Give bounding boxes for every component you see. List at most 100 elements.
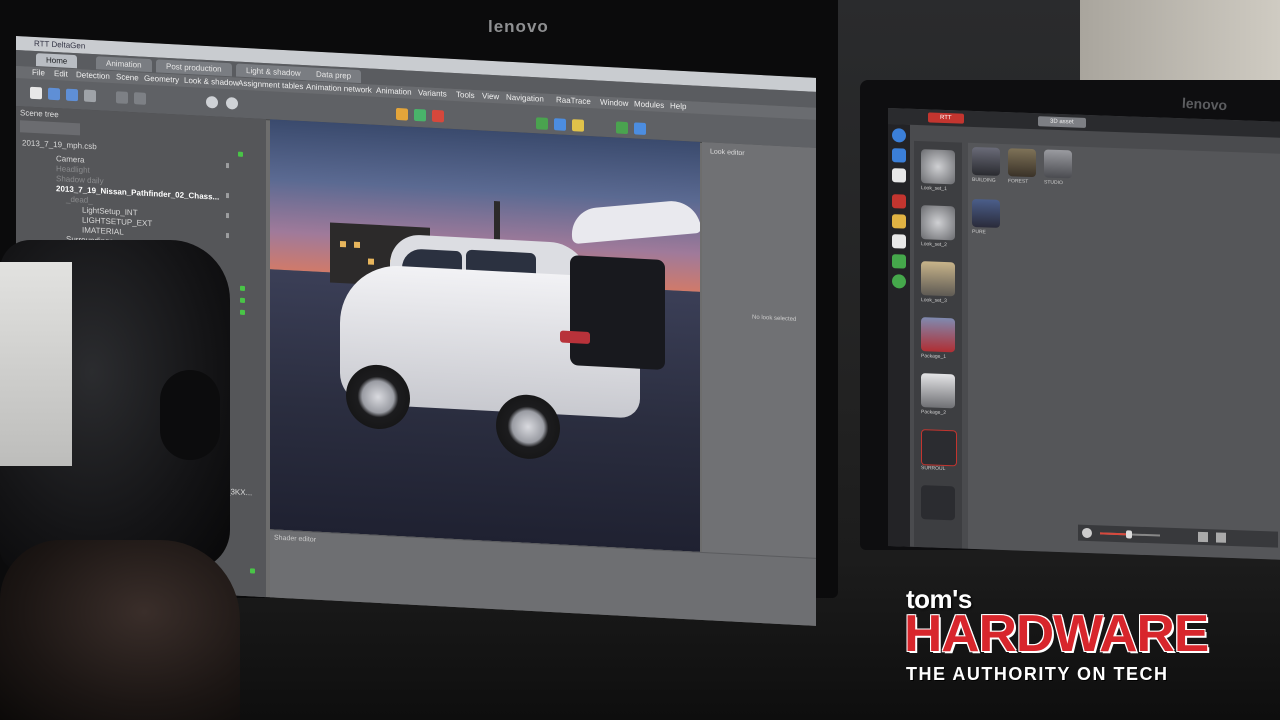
menu-variants[interactable]: Variants [418,88,447,99]
record-icon[interactable] [432,109,444,123]
scene-file-label[interactable]: 2013_7_19_mph.csb [22,138,97,151]
lit-window [354,241,360,249]
visibility-indicator[interactable] [240,309,245,316]
grid-icon[interactable] [116,91,128,104]
menu-navigation[interactable]: Navigation [506,93,544,104]
library-tab-3d-asset[interactable]: 3D asset [1038,116,1086,128]
arrow-thumb[interactable] [921,485,955,521]
visibility-tick[interactable] [226,193,229,199]
window-title: RTT DeltaGen [34,38,86,51]
sync-icon[interactable] [634,122,646,136]
slider-handle[interactable] [1126,530,1132,539]
grid-view-icon[interactable] [1216,532,1226,543]
check-icon[interactable] [616,121,628,135]
render-icon[interactable] [206,95,218,109]
tree-item-dead[interactable]: _dead_ [66,195,93,205]
app-icon[interactable] [892,194,906,209]
list-item-caption: Package_2 [921,409,947,417]
refresh-icon[interactable] [892,274,906,289]
left-monitor-brand: lenovo [488,17,549,36]
watermark-tagline: THE AUTHORITY ON TECH [906,664,1169,684]
hand-foreground [0,540,240,720]
scene-tree-header: Scene tree [20,108,59,120]
lit-window [340,240,346,248]
menu-detection[interactable]: Detection [76,70,110,81]
grid-caption-forest: FOREST [1008,178,1029,185]
look-sphere-thumb[interactable] [921,149,955,185]
grid-caption-pure: PURE [972,228,986,236]
menu-modules[interactable]: Modules [634,99,664,110]
right-monitor-brand: lenovo [1181,94,1228,114]
star-icon[interactable] [572,119,584,132]
env-forest-thumb[interactable] [1008,148,1036,178]
folder-icon[interactable] [892,168,906,183]
visibility-indicator[interactable] [238,151,243,157]
menu-view[interactable]: View [482,91,499,101]
scene-toolbar [20,120,80,136]
menu-tools[interactable]: Tools [456,90,475,100]
open-file-icon[interactable] [48,87,60,101]
env-studio-thumb[interactable] [1044,149,1072,179]
look-editor-panel: Look editor No look selected [702,141,816,558]
cube-icon[interactable] [134,92,146,105]
new-file-icon[interactable] [30,86,42,100]
tree-item-camera[interactable]: Camera [56,154,84,164]
scene-thumb[interactable] [921,261,955,297]
tail-light [560,330,590,345]
menu-raatrace[interactable]: RaaTrace [556,95,591,106]
visibility-tick[interactable] [226,213,229,219]
menu-geometry[interactable]: Geometry [144,74,179,85]
list-item-caption: Look_set_3 [921,297,947,305]
tree-item-headlight[interactable]: Headlight [56,164,90,175]
library-grid: BUILDING FOREST STUDIO PURE [968,142,1280,560]
shader-editor-label: Shader editor [274,534,317,544]
visibility-indicator[interactable] [240,285,245,292]
light-icon[interactable] [396,107,408,121]
list-item-caption: Package_1 [921,353,947,361]
menu-scene[interactable]: Scene [116,72,139,82]
menu-look-shadow[interactable]: Look & shadow [184,76,239,88]
green-app-icon[interactable] [892,254,906,269]
menu-help[interactable]: Help [670,101,686,111]
list-view-icon[interactable] [1198,531,1208,543]
document-icon[interactable] [892,234,906,249]
library-list: Look_set_1 Look_set_2 Look_set_3 Package… [914,140,962,549]
search-icon[interactable] [1082,527,1092,539]
env-pure-thumb[interactable] [972,198,1000,228]
visibility-indicator[interactable] [240,297,245,304]
save-icon[interactable] [66,88,78,102]
asset-library-window: RTT 3D asset Look_set_1 Look_set_2 Look_… [888,108,1280,560]
visibility-indicator[interactable] [250,568,255,574]
camera-dial [160,370,220,460]
menu-file[interactable]: File [32,68,45,78]
grid-caption-building: BUILDING [972,176,996,184]
car-package-thumb[interactable] [921,317,955,353]
material-icon[interactable] [414,108,426,122]
look-editor-label: Look editor [710,148,745,158]
list-item-caption: Look_set_1 [921,185,947,193]
watermark-hardware: HARDWARE [904,605,1209,663]
car-package-thumb[interactable] [921,373,955,409]
menu-animation[interactable]: Animation [376,86,412,97]
grid-caption-studio: STUDIO [1044,179,1063,187]
env-building-thumb[interactable] [972,146,1000,176]
camera-lcd [0,262,72,466]
render-viewport[interactable] [270,119,700,552]
look-sphere-thumb[interactable] [921,205,955,241]
lit-window [368,258,374,265]
camera-icon[interactable] [554,118,566,131]
menu-window[interactable]: Window [600,98,628,108]
light-icon[interactable] [892,214,906,229]
visibility-tick[interactable] [226,233,229,239]
export-icon[interactable] [84,89,96,103]
tab-home[interactable]: Home [36,53,78,69]
visibility-tick[interactable] [226,163,229,169]
menu-edit[interactable]: Edit [54,69,68,79]
zoom-icon[interactable] [226,97,238,110]
globe-icon[interactable] [892,128,906,143]
arrow-thumb[interactable] [921,429,957,467]
slider-fill [1100,532,1128,536]
library-tab-rtt[interactable]: RTT [928,112,964,124]
browser-icon[interactable] [892,148,906,163]
play-icon[interactable] [536,117,548,130]
